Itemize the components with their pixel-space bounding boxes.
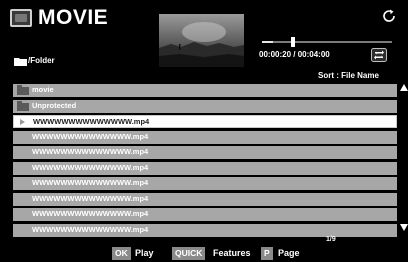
page-title: MOVIE	[38, 6, 109, 29]
row-label: WWWWWWWWWWWWWW.mp4	[32, 132, 149, 141]
file-row[interactable]: WWWWWWWWWWWWWW.mp4	[13, 115, 397, 128]
row-label: WWWWWWWWWWWWWW.mp4	[33, 117, 150, 126]
ok-key-badge: OK	[112, 247, 131, 260]
folder-icon	[17, 101, 29, 111]
row-label: movie	[32, 85, 54, 94]
quick-key-badge: QUICK	[172, 247, 206, 260]
scroll-down-arrow-icon[interactable]	[400, 224, 408, 231]
folder-row[interactable]: movie	[13, 84, 397, 97]
file-row[interactable]: WWWWWWWWWWWWWW.mp4	[13, 162, 397, 175]
file-row[interactable]: WWWWWWWWWWWWWW.mp4	[13, 177, 397, 190]
file-row[interactable]: WWWWWWWWWWWWWW.mp4	[13, 224, 397, 237]
page-indicator: 1/9	[326, 236, 336, 243]
playback-progress-fill	[262, 41, 273, 43]
row-label: Unprotected	[32, 101, 77, 110]
row-label: WWWWWWWWWWWWWW.mp4	[32, 209, 149, 218]
row-label: WWWWWWWWWWWWWW.mp4	[32, 225, 149, 234]
video-thumbnail	[159, 14, 244, 67]
file-row[interactable]: WWWWWWWWWWWWWW.mp4	[13, 208, 397, 221]
p-key-badge: P	[261, 247, 273, 260]
ok-play-hint: Play	[135, 248, 154, 258]
p-page-hint: Page	[278, 248, 300, 258]
refresh-icon[interactable]	[381, 8, 397, 24]
folder-icon	[17, 85, 29, 95]
row-label: WWWWWWWWWWWWWW.mp4	[32, 178, 149, 187]
folder-path: /Folder	[28, 56, 55, 65]
row-label: WWWWWWWWWWWWWW.mp4	[32, 194, 149, 203]
play-indicator-icon	[20, 119, 25, 125]
playback-progress-bar[interactable]	[262, 37, 392, 47]
playback-time: 00:00:20 / 00:04:00	[259, 50, 330, 59]
row-label: WWWWWWWWWWWWWW.mp4	[32, 163, 149, 172]
file-row[interactable]: WWWWWWWWWWWWWW.mp4	[13, 146, 397, 159]
movie-screen-icon	[10, 9, 32, 27]
sort-label[interactable]: Sort : File Name	[318, 71, 379, 80]
repeat-icon[interactable]	[371, 48, 387, 62]
scroll-up-arrow-icon[interactable]	[400, 84, 408, 91]
file-row[interactable]: WWWWWWWWWWWWWW.mp4	[13, 193, 397, 206]
file-row[interactable]: WWWWWWWWWWWWWW.mp4	[13, 131, 397, 144]
row-label: WWWWWWWWWWWWWW.mp4	[32, 147, 149, 156]
quick-features-hint: Features	[213, 248, 251, 258]
playback-progress-knob[interactable]	[290, 37, 295, 47]
folder-row[interactable]: Unprotected	[13, 100, 397, 113]
folder-icon	[14, 58, 27, 66]
